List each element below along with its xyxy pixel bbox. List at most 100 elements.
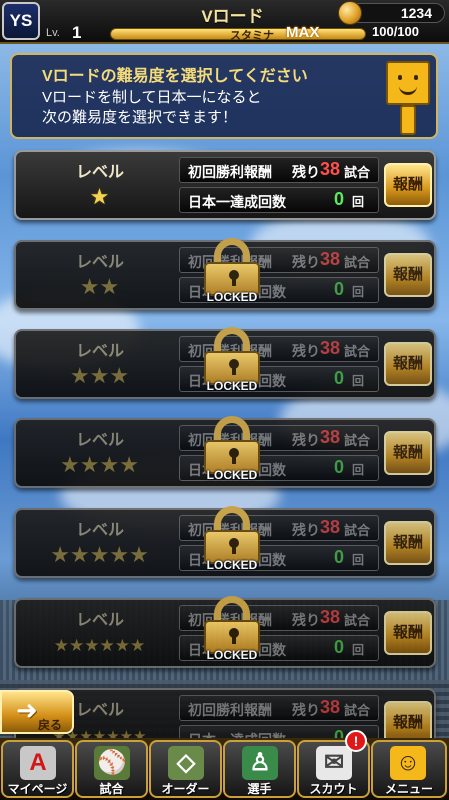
- level-label: レベル: [76, 254, 125, 271]
- remaining-label: 残り: [292, 254, 320, 270]
- first-win-label: 初回勝利報酬: [188, 164, 272, 180]
- notification-badge: !: [345, 730, 367, 752]
- stamina-max-label: MAX: [286, 24, 320, 41]
- achieve-label: 日本一達成回数: [188, 194, 286, 210]
- keyhole-icon: [229, 270, 239, 286]
- level-stars: ★★★★★: [22, 542, 177, 570]
- level-card-6[interactable]: レベル ★★★★★★ 初回勝利報酬 残り 38 試合 日本一達成回数 0 回 報…: [14, 596, 436, 668]
- level-card-3[interactable]: レベル ★★★ 初回勝利報酬 残り 38 試合 日本一達成回数 0 回 報酬 L…: [14, 327, 436, 399]
- level-card-1[interactable]: レベル ★ 初回勝利報酬 残り 38 試合 日本一達成回数 0 回 報酬: [14, 150, 436, 220]
- info-line-2: 次の難易度を選択できます！: [42, 109, 238, 126]
- games-unit: 試合: [344, 255, 371, 270]
- info-panel: Vロードの難易度を選択してください Vロードを制して日本一になると 次の難易度を…: [10, 53, 438, 139]
- count-unit: 回: [352, 285, 365, 299]
- mypage-icon: A: [20, 746, 56, 780]
- padlock-icon: LOCKED: [201, 596, 263, 666]
- remaining-games: 38: [320, 427, 341, 447]
- remaining-games: 38: [320, 697, 341, 717]
- tab-label: 試合: [99, 782, 124, 796]
- achieve-count: 0: [334, 279, 345, 299]
- level-label: レベル: [76, 432, 125, 449]
- count-unit: 回: [352, 643, 365, 657]
- locked-label: LOCKED: [206, 648, 258, 662]
- star-icon: ★★★★: [60, 453, 139, 478]
- coin-icon: [338, 1, 362, 25]
- achieve-count: 0: [334, 547, 345, 567]
- baseball-icon: ⚾: [94, 746, 130, 780]
- mascot-icon: [386, 61, 430, 105]
- locked-label: LOCKED: [206, 290, 258, 304]
- level-label: Lv.: [46, 27, 60, 39]
- page-title: Vロード: [201, 7, 264, 26]
- tab-label: マイページ: [7, 782, 68, 796]
- reward-button[interactable]: 報酬: [384, 342, 432, 386]
- coin-value: 1234: [400, 5, 432, 21]
- games-unit: 試合: [344, 523, 371, 538]
- star-icon: ★★: [79, 275, 120, 300]
- count-unit: 回: [352, 553, 365, 567]
- achieve-count: 0: [334, 368, 345, 388]
- reward-button[interactable]: 報酬: [384, 521, 432, 565]
- team-logo-icon: YS: [2, 2, 40, 40]
- achieve-count: 0: [334, 457, 345, 477]
- stamina-label: スタミナ: [230, 30, 274, 42]
- padlock-icon: LOCKED: [201, 327, 263, 397]
- level-stars: ★★★: [22, 363, 177, 391]
- first-win-label: 初回勝利報酬: [188, 702, 272, 718]
- level-value: 1: [72, 23, 82, 42]
- count-unit: 回: [352, 463, 365, 477]
- tab-menu[interactable]: ☺ メニュー: [371, 740, 447, 798]
- achieve-count: 0: [334, 637, 345, 657]
- remaining-games: 38: [320, 159, 341, 179]
- star-icon: ★★★: [69, 364, 130, 389]
- stamina-value: 100/100: [372, 24, 419, 39]
- remaining-games: 38: [320, 607, 341, 627]
- field-icon: ◇: [168, 746, 204, 780]
- mascot-body-icon: [400, 105, 416, 135]
- games-unit: 試合: [344, 613, 371, 628]
- level-card-4[interactable]: レベル ★★★★ 初回勝利報酬 残り 38 試合 日本一達成回数 0 回 報酬 …: [14, 416, 436, 488]
- level-label: レベル: [76, 522, 125, 539]
- reward-button[interactable]: 報酬: [384, 611, 432, 655]
- level-card-2[interactable]: レベル ★★ 初回勝利報酬 残り 38 試合 日本一達成回数 0 回 報酬 LO…: [14, 238, 436, 310]
- games-unit: 試合: [344, 703, 371, 718]
- info-title: Vロードの難易度を選択してください: [42, 68, 308, 85]
- locked-label: LOCKED: [206, 468, 258, 482]
- player-icon: ♙: [242, 746, 278, 780]
- back-button[interactable]: ➜ 戻る: [0, 690, 74, 734]
- games-unit: 試合: [344, 433, 371, 448]
- tab-game[interactable]: ⚾ 試合: [75, 740, 148, 798]
- level-stars: ★: [22, 184, 177, 212]
- level-label: レベル: [76, 164, 125, 181]
- level-label: レベル: [76, 343, 125, 360]
- reward-button[interactable]: 報酬: [384, 253, 432, 297]
- games-unit: 試合: [344, 165, 371, 180]
- tab-players[interactable]: ♙ 選手: [223, 740, 296, 798]
- padlock-icon: LOCKED: [201, 416, 263, 486]
- tab-label: メニュー: [384, 782, 433, 796]
- star-icon: ★★★★★: [50, 543, 149, 568]
- remaining-label: 残り: [292, 522, 320, 538]
- games-unit: 試合: [344, 344, 371, 359]
- remaining-games: 38: [320, 338, 341, 358]
- achieve-count: 0: [334, 189, 345, 209]
- keyhole-icon: [229, 628, 239, 644]
- padlock-icon: LOCKED: [201, 506, 263, 576]
- tab-mypage[interactable]: A マイページ: [1, 740, 74, 798]
- level-stars: ★★★★: [22, 452, 177, 480]
- info-body: Vロードを制して日本一になると 次の難易度を選択できます！: [42, 88, 362, 128]
- level-card-5[interactable]: レベル ★★★★★ 初回勝利報酬 残り 38 試合 日本一達成回数 0 回 報酬…: [14, 506, 436, 578]
- remaining-games: 38: [320, 517, 341, 537]
- remaining-label: 残り: [292, 702, 320, 718]
- remaining-label: 残り: [292, 343, 320, 359]
- reward-button[interactable]: 報酬: [384, 431, 432, 475]
- locked-label: LOCKED: [206, 558, 258, 572]
- keyhole-icon: [229, 359, 239, 375]
- padlock-icon: LOCKED: [201, 238, 263, 308]
- first-win-reward-row: 初回勝利報酬 残り 38 試合: [179, 157, 379, 183]
- remaining-label: 残り: [292, 164, 320, 180]
- remaining-label: 残り: [292, 432, 320, 448]
- tab-order[interactable]: ◇ オーダー: [149, 740, 222, 798]
- keyhole-icon: [229, 448, 239, 464]
- reward-button[interactable]: 報酬: [384, 163, 432, 207]
